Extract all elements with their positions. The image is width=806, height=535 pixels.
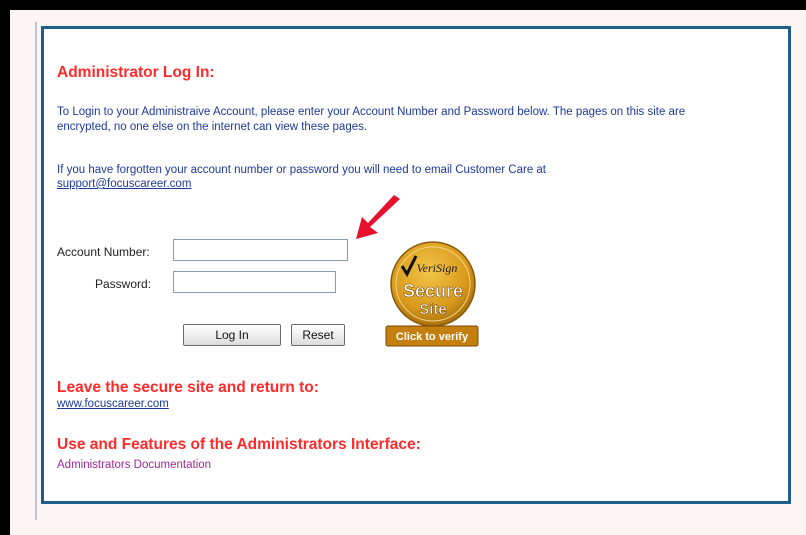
- seal-brand: VeriSign: [417, 261, 458, 275]
- seal-cta: Click to verify: [396, 331, 469, 343]
- window-frame-left: [0, 0, 10, 535]
- leave-site-title: Leave the secure site and return to:: [57, 379, 319, 396]
- reset-button[interactable]: Reset: [291, 324, 345, 346]
- forgot-text: If you have forgotten your account numbe…: [57, 164, 546, 176]
- verisign-secure-seal[interactable]: VeriSign Secure Site Click to verify: [382, 240, 480, 348]
- password-input[interactable]: [173, 271, 336, 293]
- seal-line1: Secure: [403, 281, 463, 301]
- login-intro: To Login to your Administraive Account, …: [57, 106, 686, 133]
- admin-documentation-link[interactable]: Administrators Documentation: [57, 459, 211, 471]
- return-site-link[interactable]: www.focuscareer.com: [57, 398, 169, 410]
- password-label: Password:: [95, 277, 152, 291]
- account-number-input[interactable]: [173, 239, 348, 261]
- account-number-label: Account Number:: [57, 245, 150, 259]
- support-email-link[interactable]: support@focuscareer.com: [57, 178, 191, 190]
- left-divider: [35, 22, 37, 520]
- window-frame-top: [0, 0, 806, 10]
- login-title: Administrator Log In:: [57, 64, 215, 81]
- login-button[interactable]: Log In: [183, 324, 281, 346]
- seal-line2: Site: [419, 301, 447, 318]
- features-title: Use and Features of the Administrators I…: [57, 436, 421, 453]
- red-arrow-icon: [356, 195, 400, 239]
